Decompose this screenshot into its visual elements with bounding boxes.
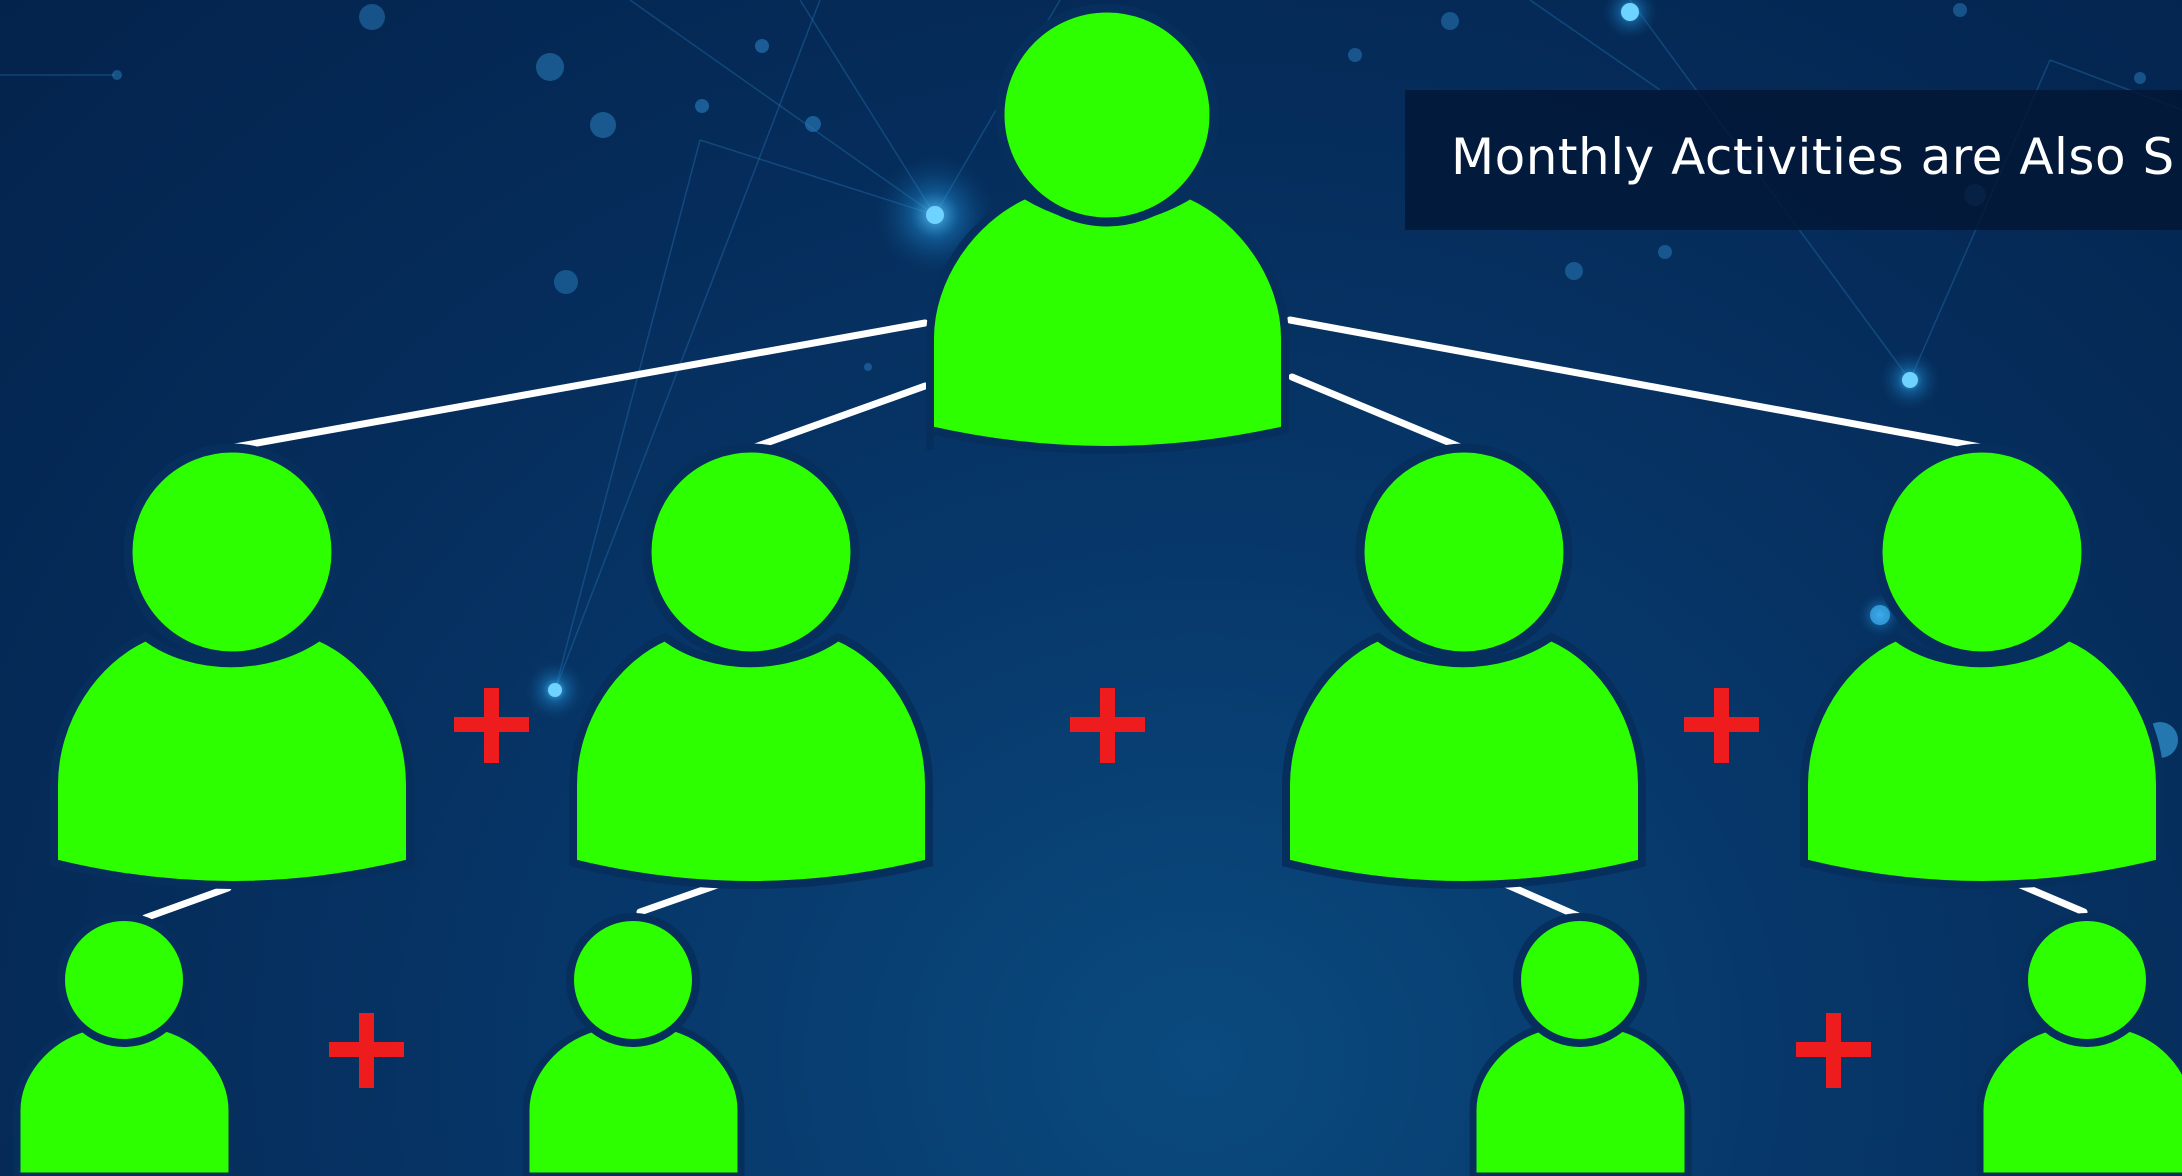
plus-icon bbox=[1796, 1013, 1871, 1088]
person-icon bbox=[926, 3, 1289, 454]
person-icon bbox=[50, 443, 414, 889]
person-icon bbox=[569, 443, 933, 889]
plus-icon bbox=[454, 688, 529, 763]
person-icon bbox=[522, 913, 745, 1176]
person-icon bbox=[1976, 913, 2182, 1176]
plus-icon bbox=[1684, 688, 1759, 763]
plus-icon bbox=[1070, 688, 1145, 763]
person-icon bbox=[1282, 443, 1646, 889]
person-icon bbox=[13, 913, 236, 1176]
caption-banner: Monthly Activities are Also S bbox=[1405, 90, 2182, 230]
caption-text: Monthly Activities are Also S bbox=[1451, 128, 2175, 186]
plus-icon bbox=[329, 1013, 404, 1088]
person-icon bbox=[1469, 913, 1692, 1176]
person-icon bbox=[1800, 443, 2164, 889]
